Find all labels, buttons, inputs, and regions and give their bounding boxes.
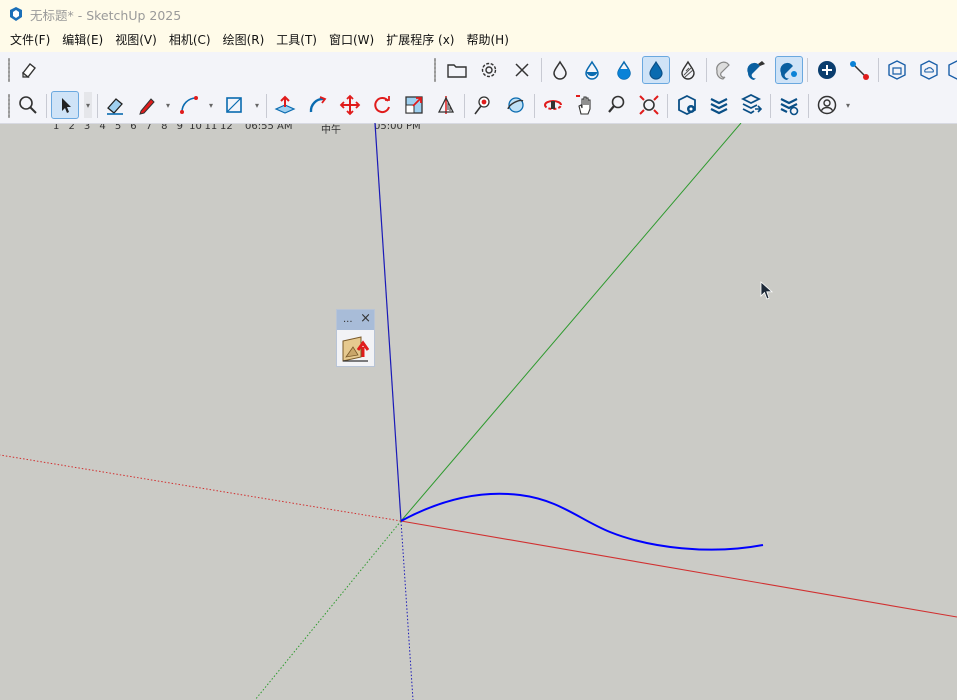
menu-extensions[interactable]: 扩展程序 (x)	[380, 28, 460, 52]
window-title: 无标题* - SketchUp 2025	[30, 7, 182, 23]
drop-hatched-icon[interactable]	[675, 57, 701, 83]
push-pull-icon[interactable]	[272, 92, 298, 118]
z-axis-negative	[400, 520, 414, 700]
pan-icon[interactable]	[572, 92, 598, 118]
open-folder-icon[interactable]	[444, 57, 470, 83]
toolbar-grip[interactable]	[8, 94, 10, 118]
menu-tools[interactable]: 工具(T)	[270, 28, 323, 52]
box-outline-icon[interactable]	[884, 57, 910, 83]
menu-view[interactable]: 视图(V)	[109, 28, 163, 52]
toolbar-grip[interactable]	[8, 58, 10, 82]
layers-icon[interactable]	[706, 92, 732, 118]
x-axis-positive	[400, 520, 957, 618]
toolbar-separator	[706, 58, 707, 82]
toolbar-main: ▾ ▾ ▾ ▾ ▾	[0, 88, 957, 124]
menu-edit[interactable]: 编辑(E)	[56, 28, 109, 52]
account-icon[interactable]	[814, 92, 840, 118]
orbit-icon[interactable]	[502, 92, 528, 118]
rectangle-icon[interactable]	[221, 92, 247, 118]
menu-window[interactable]: 窗口(W)	[323, 28, 380, 52]
eraser-icon[interactable]	[102, 92, 128, 118]
magnet-selected-icon[interactable]	[775, 56, 803, 84]
rectangle-dropdown[interactable]: ▾	[253, 92, 261, 118]
follow-me-icon[interactable]	[305, 92, 331, 118]
toolbar-grip[interactable]	[434, 58, 436, 82]
toolbar-separator	[878, 58, 879, 82]
move-icon[interactable]	[337, 92, 363, 118]
toolbar-shadows: 1 2 3 4 5 6 7 8 9 10 11 12 06:55 AM 中午 05:00 PM	[0, 52, 957, 136]
settings-gear-icon[interactable]	[476, 57, 502, 83]
toolbar-separator	[46, 94, 47, 118]
toolbar-separator	[667, 94, 668, 118]
section-plane-icon[interactable]	[433, 92, 459, 118]
drop-filled-icon[interactable]	[611, 57, 637, 83]
toolbar-separator	[808, 94, 809, 118]
drop-outline-icon[interactable]	[547, 57, 573, 83]
menu-draw[interactable]: 绘图(R)	[217, 28, 271, 52]
model-viewport[interactable]	[0, 123, 957, 700]
shadow-eraser-icon[interactable]	[15, 57, 41, 83]
y-axis-negative	[254, 520, 402, 700]
z-axis-positive	[374, 123, 402, 522]
toolbar-separator	[807, 58, 808, 82]
title-bar: 无标题* - SketchUp 2025	[0, 0, 957, 28]
toolbar-separator	[541, 58, 542, 82]
magnet-gray-icon[interactable]	[711, 57, 737, 83]
drop-half-icon[interactable]	[579, 57, 605, 83]
add-circle-icon[interactable]	[814, 57, 840, 83]
zoom-window-icon[interactable]	[604, 92, 630, 118]
layers-settings-icon[interactable]	[776, 92, 802, 118]
pencil-icon[interactable]	[134, 92, 160, 118]
component-settings-icon[interactable]	[674, 92, 700, 118]
menu-bar: 文件(F) 编辑(E) 视图(V) 相机(C) 绘图(R) 工具(T) 窗口(W…	[0, 28, 957, 52]
pencil-dropdown[interactable]: ▾	[164, 92, 172, 118]
zoom-extents-icon[interactable]	[636, 92, 662, 118]
position-camera-icon[interactable]	[470, 92, 496, 118]
line-endpoint-icon[interactable]	[846, 57, 872, 83]
mouse-cursor-icon	[760, 281, 774, 300]
viewport-canvas[interactable]	[0, 123, 957, 700]
y-axis-positive	[400, 123, 742, 522]
magnet-blue-icon[interactable]	[743, 57, 769, 83]
rotate-icon[interactable]	[369, 92, 395, 118]
floating-window-titlebar[interactable]: ··· ×	[337, 310, 374, 330]
scale-icon[interactable]	[401, 92, 427, 118]
account-dropdown[interactable]: ▾	[844, 92, 852, 118]
toolbar-separator	[266, 94, 267, 118]
toolbar-separator	[464, 94, 465, 118]
arc-dropdown[interactable]: ▾	[207, 92, 215, 118]
drawn-curve[interactable]	[400, 492, 764, 551]
menu-file[interactable]: 文件(F)	[0, 28, 56, 52]
box-partial-icon[interactable]	[944, 57, 957, 83]
arc-icon[interactable]	[176, 92, 202, 118]
toolbar-separator	[97, 94, 98, 118]
select-arrow-icon[interactable]	[51, 91, 79, 119]
menu-help[interactable]: 帮助(H)	[460, 28, 514, 52]
sketchup-app-icon	[10, 7, 22, 21]
drop-selected-icon[interactable]	[642, 56, 670, 84]
menu-camera[interactable]: 相机(C)	[163, 28, 217, 52]
close-icon[interactable]: ×	[360, 311, 371, 326]
floating-tool-window[interactable]: ··· ×	[336, 309, 375, 367]
close-x-icon[interactable]	[509, 57, 535, 83]
x-axis-negative	[0, 454, 402, 522]
export-model-icon[interactable]	[341, 335, 370, 363]
zoom-icon[interactable]	[15, 92, 41, 118]
walk-icon[interactable]	[540, 92, 566, 118]
select-dropdown[interactable]: ▾	[84, 92, 92, 118]
grip-dots-icon: ···	[343, 317, 353, 328]
cloud-box-icon[interactable]	[916, 57, 942, 83]
toolbar-separator	[534, 94, 535, 118]
layers-add-icon[interactable]	[738, 92, 764, 118]
toolbar-separator	[770, 94, 771, 118]
